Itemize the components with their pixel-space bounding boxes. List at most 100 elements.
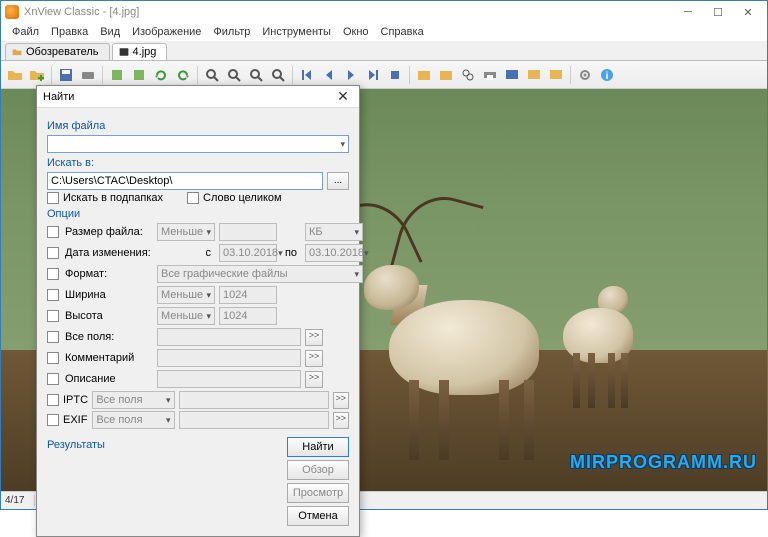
iptc-scope-combo[interactable]: Все поля▾ <box>92 391 174 409</box>
recurse-label: Искать в подпапках <box>63 192 183 204</box>
menu-view[interactable]: Вид <box>95 25 125 39</box>
tab-label: Обозреватель <box>26 46 99 58</box>
exif-checkbox[interactable] <box>47 414 59 426</box>
width-op-combo[interactable]: Меньше▾ <box>157 286 215 304</box>
wholeword-checkbox[interactable] <box>187 192 199 204</box>
comment-expand-button[interactable]: >> <box>305 350 323 367</box>
format-combo[interactable]: Все графические файлы▾ <box>157 265 363 283</box>
allfields-input[interactable] <box>157 328 301 346</box>
size-unit-combo[interactable]: КБ▾ <box>305 223 363 241</box>
menu-window[interactable]: Окно <box>338 25 374 39</box>
format-label: Формат: <box>65 268 153 280</box>
desc-checkbox[interactable] <box>47 373 59 385</box>
zoom-out-icon[interactable] <box>224 65 244 85</box>
tab-browser[interactable]: Обозреватель <box>5 43 110 60</box>
format-checkbox[interactable] <box>47 268 59 280</box>
searchin-input[interactable] <box>47 172 323 190</box>
options-label: Опции <box>47 208 349 220</box>
folder-open-icon[interactable] <box>5 65 25 85</box>
rotate-left-icon[interactable] <box>107 65 127 85</box>
size-op-combo[interactable]: Меньше▾ <box>157 223 215 241</box>
width-label: Ширина <box>65 289 153 301</box>
print-icon[interactable] <box>480 65 500 85</box>
save-icon[interactable] <box>56 65 76 85</box>
image-icon <box>119 47 129 57</box>
menu-file[interactable]: Файл <box>7 25 44 39</box>
nav-next-icon[interactable] <box>341 65 361 85</box>
refresh-ccw-icon[interactable] <box>151 65 171 85</box>
allfields-expand-button[interactable]: >> <box>305 329 323 346</box>
date-to-input[interactable]: 03.10.2018▾ <box>305 244 363 262</box>
filename-label: Имя файла <box>47 120 349 132</box>
find-button[interactable]: Найти <box>287 437 349 457</box>
help-icon[interactable]: i <box>597 65 617 85</box>
date-checkbox[interactable] <box>47 247 59 259</box>
iptc-expand-button[interactable]: >> <box>333 392 349 409</box>
batch-icon[interactable] <box>546 65 566 85</box>
view-button[interactable]: Просмотр <box>287 483 349 503</box>
zoom-in-icon[interactable] <box>202 65 222 85</box>
zoom-select-icon[interactable] <box>268 65 288 85</box>
menu-edit[interactable]: Правка <box>46 25 93 39</box>
find-dialog: Найти ✕ Имя файла ▾ Искать в: ... Искать… <box>36 85 360 537</box>
width-checkbox[interactable] <box>47 289 59 301</box>
wholeword-label: Слово целиком <box>203 192 282 204</box>
close-button[interactable]: ✕ <box>733 3 763 21</box>
desc-expand-button[interactable]: >> <box>305 371 323 388</box>
rotate-right-icon[interactable] <box>129 65 149 85</box>
width-value-input[interactable] <box>219 286 277 304</box>
menu-tools[interactable]: Инструменты <box>257 25 336 39</box>
slideshow-icon[interactable] <box>524 65 544 85</box>
iptc-input[interactable] <box>179 391 329 409</box>
nav-last-icon[interactable] <box>363 65 383 85</box>
minimize-button[interactable]: ─ <box>673 3 703 21</box>
size-value-input[interactable] <box>219 223 277 241</box>
menu-filter[interactable]: Фильтр <box>208 25 255 39</box>
chevron-down-icon: ▾ <box>166 415 171 426</box>
desc-input[interactable] <box>157 370 301 388</box>
searchin-label: Искать в: <box>47 157 349 169</box>
tab-image[interactable]: 4.jpg <box>112 43 168 60</box>
maximize-button[interactable]: ☐ <box>703 3 733 21</box>
exif-input[interactable] <box>179 411 329 429</box>
chevron-down-icon: ▾ <box>166 395 171 406</box>
nav-prev-icon[interactable] <box>319 65 339 85</box>
dialog-title: Найти <box>43 91 74 103</box>
wallpaper-icon[interactable] <box>502 65 522 85</box>
folder-add-icon[interactable] <box>27 65 47 85</box>
settings-icon[interactable] <box>575 65 595 85</box>
dialog-titlebar[interactable]: Найти ✕ <box>37 86 359 108</box>
date-from-input[interactable]: 03.10.2018▾ <box>219 244 277 262</box>
scan-icon[interactable] <box>78 65 98 85</box>
height-value-input[interactable] <box>219 307 277 325</box>
menu-help[interactable]: Справка <box>376 25 429 39</box>
browse-path-button[interactable]: ... <box>327 172 349 190</box>
height-checkbox[interactable] <box>47 310 59 322</box>
compare-icon[interactable] <box>458 65 478 85</box>
capture-icon[interactable] <box>436 65 456 85</box>
tab-bar: Обозреватель 4.jpg <box>1 41 767 61</box>
browse-results-button[interactable]: Обзор <box>287 460 349 480</box>
nav-play-icon[interactable] <box>385 65 405 85</box>
comment-checkbox[interactable] <box>47 352 59 364</box>
height-op-combo[interactable]: Меньше▾ <box>157 307 215 325</box>
comment-input[interactable] <box>157 349 301 367</box>
allfields-label: Все поля: <box>65 331 153 343</box>
titlebar: XnView Classic - [4.jpg] ─ ☐ ✕ <box>1 1 767 23</box>
exif-expand-button[interactable]: >> <box>333 412 349 429</box>
menu-image[interactable]: Изображение <box>127 25 206 39</box>
nav-first-icon[interactable] <box>297 65 317 85</box>
refresh-cw-icon[interactable] <box>173 65 193 85</box>
filename-combo[interactable]: ▾ <box>47 135 349 153</box>
dialog-close-icon[interactable]: ✕ <box>333 88 353 105</box>
chevron-down-icon: ▾ <box>354 269 359 280</box>
watermark: MIRPROGRAMM.RU <box>570 452 757 473</box>
export-icon[interactable] <box>414 65 434 85</box>
size-checkbox[interactable] <box>47 226 59 238</box>
recurse-checkbox[interactable] <box>47 192 59 204</box>
zoom-fit-icon[interactable] <box>246 65 266 85</box>
allfields-checkbox[interactable] <box>47 331 59 343</box>
exif-scope-combo[interactable]: Все поля▾ <box>92 411 174 429</box>
iptc-checkbox[interactable] <box>47 394 59 406</box>
cancel-button[interactable]: Отмена <box>287 506 349 526</box>
